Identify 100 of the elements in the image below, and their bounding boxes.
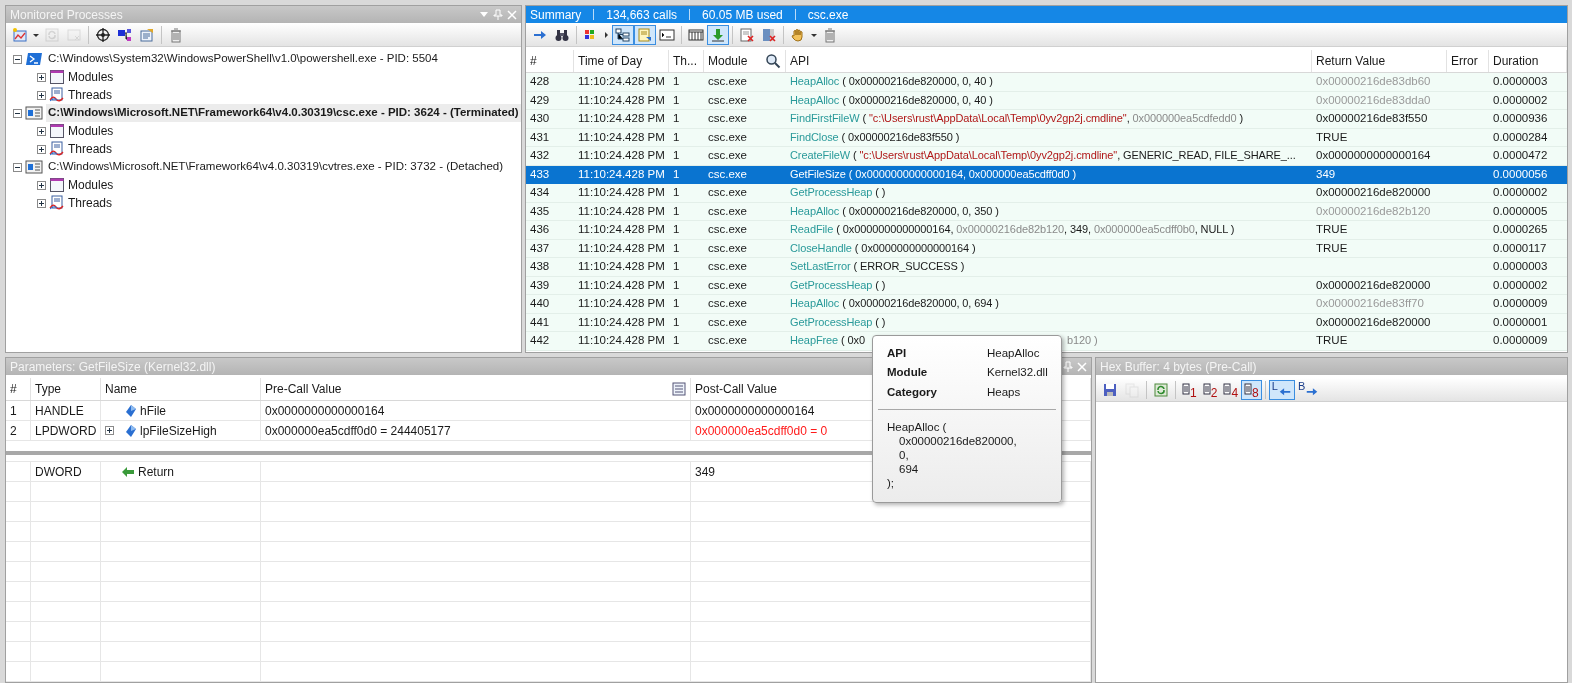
table-cell: 11:10:24.428 PM — [578, 260, 665, 273]
column-header[interactable]: Time of Day — [578, 52, 643, 70]
table-cell: 0.0000003 — [1493, 260, 1548, 273]
table-cell: 1 — [673, 297, 680, 310]
expand-icon[interactable] — [37, 90, 46, 100]
column-header[interactable]: Pre-Call Value — [265, 380, 342, 398]
expand-icon[interactable] — [37, 72, 46, 82]
column-header[interactable]: Type — [35, 380, 61, 398]
table-cell-text: 0x000000ea5cdff0d0 = 0 — [695, 422, 828, 440]
table-cell: 1 — [673, 223, 680, 236]
table-cell: csc.exe — [708, 93, 747, 106]
parameter-name: hFile — [140, 402, 166, 420]
process-label[interactable]: C:\Windows\Microsoft.NET\Framework64\v4.0.30319\cvtres.exe - PID: 3732 - (Detached) — [46, 158, 506, 176]
byte-width-button[interactable]: 1 — [1179, 379, 1200, 400]
table-row[interactable]: 438 11:10:24.428 PM 1 csc.exe SetLastError ( ERROR_SUCCESS ) 0.0000003 — [526, 258, 1567, 277]
table-cell: csc.exe — [708, 315, 747, 328]
table-cell: 433 — [530, 167, 550, 180]
tree-item-label[interactable]: Threads — [68, 194, 113, 212]
column-header[interactable]: Module — [708, 52, 748, 70]
table-cell: 1 — [673, 186, 680, 199]
application-icon — [25, 160, 43, 174]
table-cell: 11:10:24.428 PM — [578, 278, 665, 291]
column-header[interactable]: # — [530, 52, 537, 70]
column-header[interactable]: Th... — [673, 52, 697, 70]
table-cell: 442 — [530, 334, 550, 347]
table-cell: 429 — [530, 93, 550, 106]
column-header[interactable]: Post-Call Value — [695, 380, 777, 398]
process-label[interactable]: C:\Windows\Microsoft.NET\Framework64\v4.0.30319\csc.exe - PID: 3624 - (Terminated) — [46, 104, 521, 122]
table-row[interactable]: 440 11:10:24.428 PM 1 csc.exe HeapAlloc ( 0x00000216de820000, 0, 694 ) 0x00000216de83ff70 0.0000009 — [526, 295, 1567, 314]
collapse-icon[interactable] — [13, 108, 22, 118]
column-header[interactable]: API — [790, 52, 810, 70]
table-cell-text: 0x0000000000000164 — [265, 402, 385, 420]
expand-icon[interactable] — [37, 180, 46, 190]
collapse-icon[interactable] — [13, 54, 22, 64]
table-cell: 0x00000216de820000 — [1316, 315, 1431, 328]
parameter-name: lpFileSizeHigh — [140, 422, 217, 440]
table-cell: 1 — [673, 334, 680, 347]
table-row[interactable]: 428 11:10:24.428 PM 1 csc.exe HeapAlloc ( 0x00000216de820000, 0, 40 ) 0x00000216de83db60 0.0000003 — [526, 73, 1567, 92]
table-cell: 0.0000056 — [1493, 167, 1548, 180]
api-call-text: HeapFree ( 0x0 b120 ) — [790, 334, 1098, 347]
table-cell: 1 — [673, 167, 680, 180]
byte-order-button[interactable]: L — [1268, 379, 1295, 400]
column-header[interactable]: Duration — [1493, 52, 1539, 70]
column-header[interactable]: Return Value — [1316, 52, 1386, 70]
download-icon[interactable] — [707, 24, 729, 45]
tree-item-label[interactable]: Threads — [68, 86, 113, 104]
table-row[interactable]: 432 11:10:24.428 PM 1 csc.exe CreateFileW ( "c:\Users\rust\AppData\Local\Temp\0yv2gp2j.cmdline", GENERIC_READ, FILE_SHARE_... 0x0000000000000164 0.0000472 — [526, 147, 1567, 166]
table-row[interactable]: 430 11:10:24.428 PM 1 csc.exe FindFirstFileW ( "c:\Users\rust\AppData\Local\Temp\0yv2gp2j.cmdline", 0x000000ea5cdfedd0 ) 0x00000216de83f550 0.0000936 — [526, 110, 1567, 129]
table-cell: 0.0000117 — [1493, 241, 1547, 254]
byte-width-button[interactable]: 4 — [1220, 379, 1242, 400]
byte-width-button[interactable]: 8 — [1241, 379, 1262, 400]
document-chart-icon — [49, 87, 65, 103]
tooltip-code: 0x00000216de820000, — [898, 433, 1018, 448]
api-call-text: FindFirstFileW ( "c:\Users\rust\AppData\Local\Temp\0yv2gp2j.cmdline", 0x000000ea5cdfedd0 ) — [790, 112, 1244, 125]
table-cell-text: 0x000000ea5cdff0d0 = 244405177 — [265, 422, 451, 440]
tree-item-label[interactable]: Modules — [68, 122, 114, 140]
collapse-icon[interactable] — [13, 162, 22, 172]
table-cell: 435 — [530, 204, 550, 217]
expand-icon[interactable] — [37, 126, 46, 136]
table-cell: 1 — [673, 112, 680, 125]
table-cell: 11:10:24.428 PM — [578, 93, 665, 106]
table-cell: 438 — [530, 260, 550, 273]
table-cell: 11:10:24.428 PM — [578, 223, 665, 236]
table-cell: 434 — [530, 186, 550, 199]
table-cell: 0x00000216de83ff70 — [1316, 297, 1424, 310]
table-row[interactable]: 434 11:10:24.428 PM 1 csc.exe GetProcessHeap ( ) 0x00000216de820000 0.0000002 — [526, 184, 1567, 203]
byte-width-button[interactable]: 2 — [1199, 379, 1221, 400]
table-cell: csc.exe — [708, 334, 747, 347]
table-cell: 0.0000009 — [1493, 297, 1548, 310]
table-cell: 0x00000216de83f550 — [1316, 112, 1428, 125]
tree-item-label[interactable]: Modules — [68, 176, 114, 194]
process-label[interactable]: C:\Windows\System32\WindowsPowerShell\v1.0\powershell.exe - PID: 5504 — [46, 50, 440, 68]
tree-item-label[interactable]: Threads — [68, 140, 113, 158]
api-call-text: HeapAlloc ( 0x00000216de820000, 0, 40 ) — [790, 75, 993, 88]
table-cell: csc.exe — [708, 223, 747, 236]
expand-icon[interactable] — [37, 198, 46, 208]
panel-title: Hex Buffer: 4 bytes (Pre-Call) — [1099, 358, 1257, 376]
tooltip-value: HeapAlloc — [987, 346, 1041, 361]
table-row[interactable]: 436 11:10:24.428 PM 1 csc.exe ReadFile ( 0x0000000000000164, 0x00000216de82b120, 349, 0x000000ea5cdff0b0, NULL ) TRUE 0.0000265 — [526, 221, 1567, 240]
column-header[interactable]: Error — [1451, 52, 1478, 70]
table-cell: 0x00000216de83dda0 — [1316, 93, 1431, 106]
window-icon — [49, 69, 65, 85]
table-cell: csc.exe — [708, 186, 747, 199]
table-cell: 349 — [1316, 167, 1336, 180]
table-cell: csc.exe — [708, 241, 747, 254]
table-cell: csc.exe — [708, 260, 747, 273]
terminal-icon — [25, 52, 43, 66]
api-call-text: SetLastError ( ERROR_SUCCESS ) — [790, 260, 965, 273]
table-cell: csc.exe — [708, 297, 747, 310]
search-icon[interactable] — [765, 53, 781, 69]
byte-order-button[interactable]: B — [1294, 379, 1323, 400]
expand-icon[interactable] — [37, 144, 46, 154]
window-icon — [49, 177, 65, 193]
table-cell-text: 0x0000000000000164 — [695, 402, 815, 420]
tree-item-label[interactable]: Modules — [68, 68, 114, 86]
column-header[interactable]: # — [10, 380, 17, 398]
tree-view-icon[interactable] — [612, 24, 634, 45]
column-header[interactable]: Name — [105, 380, 137, 398]
table-cell: TRUE — [1316, 130, 1348, 143]
expand-icon[interactable] — [105, 426, 114, 435]
